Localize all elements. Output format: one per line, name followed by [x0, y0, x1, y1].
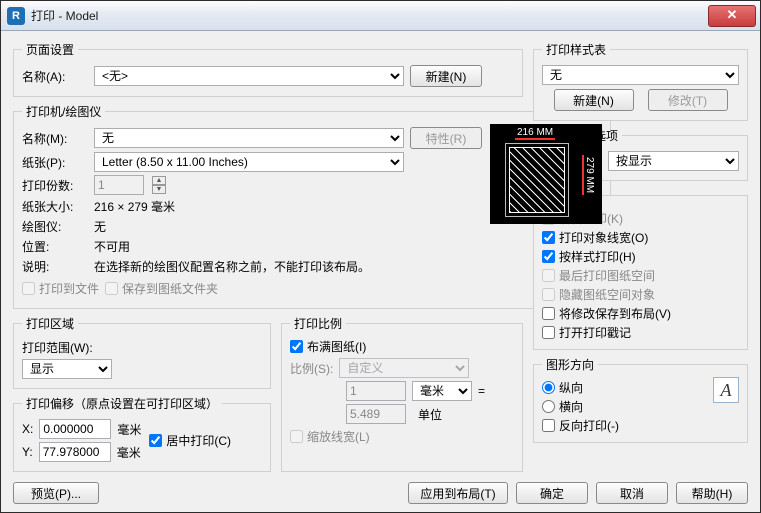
style-new-button[interactable]: 新建(N) [554, 89, 634, 111]
plotter-value: 无 [94, 218, 106, 235]
desc-value: 在选择新的绘图仪配置名称之前，不能打印该布局。 [94, 258, 370, 275]
paper-size-value: 216 × 279 毫米 [94, 198, 175, 215]
orient-upside-down[interactable]: 反向打印(-) [542, 417, 713, 434]
orientation-preview-icon: A [713, 377, 739, 403]
titlebar: R 打印 - Model ✕ [1, 1, 760, 31]
style-edit-button[interactable]: 修改(T) [648, 89, 728, 111]
opt-by-style[interactable]: 按样式打印(H) [542, 248, 739, 265]
paper-label: 纸张(P): [22, 154, 88, 171]
plot-offset-group: 打印偏移（原点设置在可打印区域） X: 毫米 Y: [13, 395, 271, 472]
print-dialog: R 打印 - Model ✕ 页面设置 名称(A): <无> 新建(N) [0, 0, 761, 513]
plotter-label: 绘图仪: [22, 218, 88, 235]
where-label: 位置: [22, 238, 88, 255]
scale-unit-label: 单位 [412, 406, 472, 423]
center-plot-check[interactable]: 居中打印(C) [149, 432, 231, 449]
dialog-footer: 预览(P)... 应用到布局(T) 确定 取消 帮助(H) [13, 482, 748, 504]
page-name-label: 名称(A): [22, 68, 88, 85]
copies-spinner[interactable]: ▲▼ [152, 176, 166, 194]
opt-paperspace-last[interactable]: 最后打印图纸空间 [542, 267, 739, 284]
scale-eq: = [478, 384, 485, 398]
copies-input[interactable] [94, 175, 144, 195]
plot-area-group: 打印区域 打印范围(W): 显示 [13, 315, 271, 389]
scale-ratio-label: 比例(S): [290, 360, 333, 377]
orient-portrait[interactable]: 纵向 [542, 379, 713, 396]
print-to-file-check[interactable]: 打印到文件 [22, 280, 99, 297]
scale-mm-unit-select[interactable]: 毫米 [412, 381, 472, 401]
page-new-button[interactable]: 新建(N) [410, 65, 482, 87]
desc-label: 说明: [22, 258, 88, 275]
printer-group: 打印机/绘图仪 名称(M): 无 特性(R) 纸张(P): Letter (8.… [13, 103, 611, 309]
orient-landscape[interactable]: 横向 [542, 398, 713, 415]
app-icon: R [7, 7, 25, 25]
offset-y-label: Y: [22, 445, 33, 459]
plot-style-legend: 打印样式表 [542, 41, 610, 58]
ok-button[interactable]: 确定 [516, 482, 588, 504]
plot-range-label: 打印范围(W): [22, 339, 93, 356]
window-title: 打印 - Model [31, 7, 98, 24]
offset-x-input[interactable] [39, 419, 111, 439]
plot-range-select[interactable]: 显示 [22, 359, 112, 379]
plot-area-legend: 打印区域 [22, 315, 78, 332]
offset-y-input[interactable] [39, 442, 111, 462]
apply-layout-button[interactable]: 应用到布局(T) [408, 482, 508, 504]
opt-save-layout[interactable]: 将修改保存到布局(V) [542, 305, 739, 322]
preview-width-label: 216 MM [515, 127, 555, 140]
plot-scale-group: 打印比例 布满图纸(I) 比例(S): 自定义 毫米 = [281, 315, 523, 472]
plot-offset-legend: 打印偏移（原点设置在可打印区域） [22, 395, 222, 412]
page-setup-group: 页面设置 名称(A): <无> 新建(N) [13, 41, 523, 97]
close-button[interactable]: ✕ [708, 5, 756, 27]
printer-name-label: 名称(M): [22, 130, 88, 147]
save-to-sheet-check[interactable]: 保存到图纸文件夹 [105, 280, 218, 297]
offset-x-label: X: [22, 422, 33, 436]
page-setup-legend: 页面设置 [22, 41, 78, 58]
preview-height-label: 279 MM [582, 155, 595, 195]
paper-preview: 216 MM 279 MM [490, 124, 602, 224]
printer-name-select[interactable]: 无 [94, 128, 404, 148]
opt-stamp[interactable]: 打开打印戳记 [542, 324, 739, 341]
plot-scale-legend: 打印比例 [290, 315, 346, 332]
printer-legend: 打印机/绘图仪 [22, 103, 105, 120]
opt-hide-ps[interactable]: 隐藏图纸空间对象 [542, 286, 739, 303]
printer-props-button[interactable]: 特性(R) [410, 127, 482, 149]
fit-to-paper-check[interactable]: 布满图纸(I) [290, 338, 514, 355]
offset-x-unit: 毫米 [117, 421, 141, 438]
cancel-button[interactable]: 取消 [596, 482, 668, 504]
shade-plot-select[interactable]: 按显示 [608, 151, 739, 171]
offset-y-unit: 毫米 [117, 444, 141, 461]
paper-select[interactable]: Letter (8.50 x 11.00 Inches) [94, 152, 404, 172]
scale-mm-input[interactable] [346, 381, 406, 401]
plot-style-select[interactable]: 无 [542, 65, 739, 85]
preview-button[interactable]: 预览(P)... [13, 482, 99, 504]
scale-ratio-select[interactable]: 自定义 [339, 358, 469, 378]
scale-unit-input[interactable] [346, 404, 406, 424]
help-button[interactable]: 帮助(H) [676, 482, 748, 504]
plot-style-group: 打印样式表 无 新建(N) 修改(T) [533, 41, 748, 121]
copies-label: 打印份数: [22, 177, 88, 194]
page-name-select[interactable]: <无> [94, 66, 404, 86]
paper-size-label: 纸张大小: [22, 198, 88, 215]
orientation-group: 图形方向 纵向 横向 反向打印(-) A [533, 356, 748, 443]
orientation-legend: 图形方向 [542, 356, 598, 373]
opt-lineweights[interactable]: 打印对象线宽(O) [542, 229, 739, 246]
where-value: 不可用 [94, 238, 130, 255]
scale-lineweight-check[interactable]: 缩放线宽(L) [290, 428, 514, 445]
